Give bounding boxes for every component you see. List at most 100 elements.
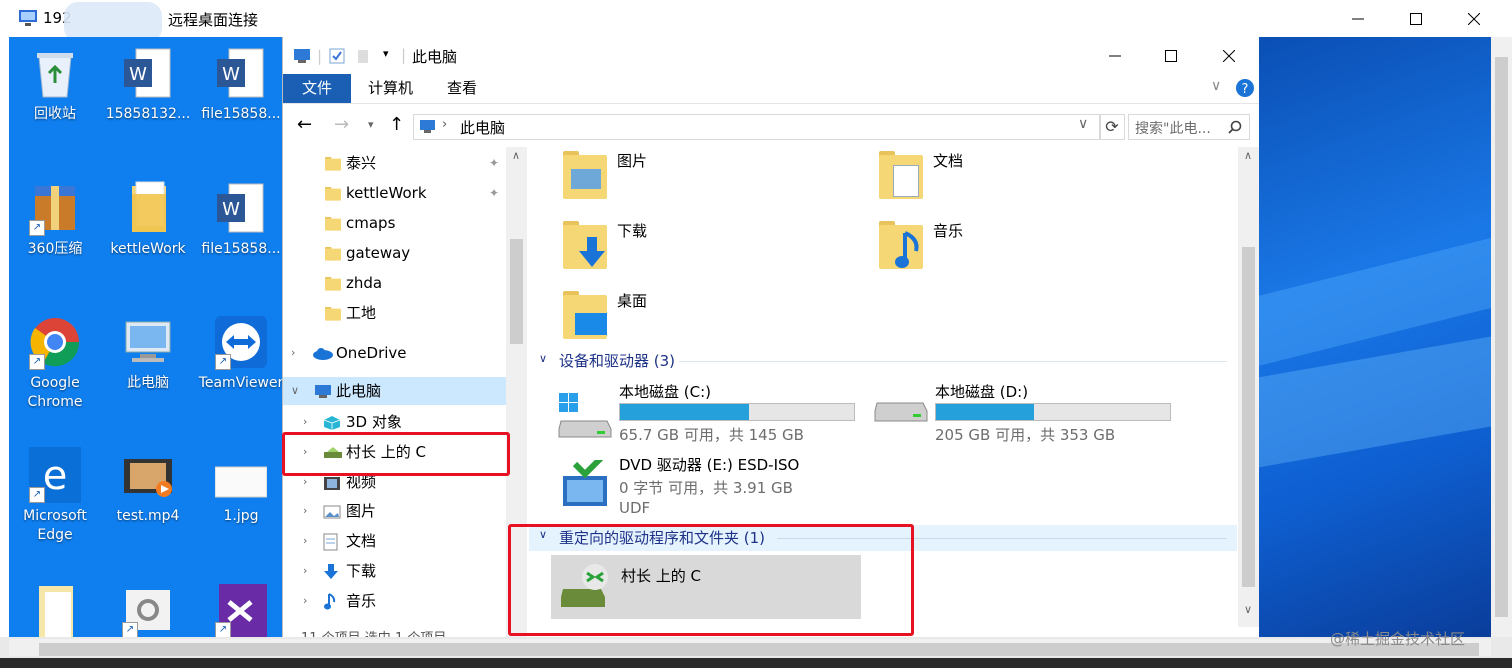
folder-desktop[interactable]: 桌面 xyxy=(563,287,843,345)
search-placeholder: 搜索"此电... xyxy=(1135,121,1211,137)
nav-item-gongdi[interactable]: 工地 xyxy=(283,299,506,327)
desktop-vertical-scrollbar[interactable] xyxy=(1491,37,1512,637)
chevron-right-icon[interactable]: › xyxy=(303,557,307,585)
this-pc-icon xyxy=(315,385,331,398)
devices-header: 设备和驱动器 (3) xyxy=(559,352,676,370)
svg-text:?: ? xyxy=(1242,82,1249,97)
svg-text:W: W xyxy=(129,64,147,85)
nav-item-music[interactable]: › 音乐 xyxy=(283,587,506,615)
taskbar xyxy=(0,658,1512,668)
desktop-icon-chrome[interactable]: ↗ Google Chrome xyxy=(9,314,101,412)
watermark: @稀土掘金技术社区 xyxy=(1330,630,1466,648)
breadcrumb-chevron-icon: › xyxy=(442,117,448,132)
forward-arrow-icon[interactable]: → xyxy=(334,114,349,135)
nav-item-pictures[interactable]: › 图片 xyxy=(283,497,506,525)
chevron-down-icon[interactable]: ∨ xyxy=(291,377,299,405)
desktop-icon-kettlework[interactable]: kettleWork xyxy=(102,180,194,259)
nav-item-documents[interactable]: › 文档 xyxy=(283,527,506,555)
close-icon xyxy=(1468,12,1480,25)
chevron-right-icon[interactable]: › xyxy=(303,587,307,615)
minimize-icon xyxy=(1352,18,1364,19)
nav-item-gateway[interactable]: gateway xyxy=(283,239,506,267)
folder-pictures[interactable]: 图片 xyxy=(563,147,843,205)
nav-item-kettlework[interactable]: kettleWork ✦ xyxy=(283,179,506,207)
nav-item-zhda[interactable]: zhda xyxy=(283,269,506,297)
desktop-icon-word-1[interactable]: W 15858132... xyxy=(102,45,194,124)
chevron-right-icon[interactable]: › xyxy=(291,339,295,367)
explorer-window-title: 此电脑 xyxy=(412,48,458,66)
address-bar[interactable]: › 此电脑 ∨ xyxy=(413,114,1101,140)
documents-icon xyxy=(323,533,338,551)
film-icon xyxy=(324,477,340,490)
rdp-title-bar: 192 远程桌面连接 xyxy=(0,0,1512,42)
desktop-icon-settings[interactable]: ↗ xyxy=(102,582,194,637)
rdp-minimize-button[interactable] xyxy=(1330,0,1386,37)
pictures-icon xyxy=(323,505,341,519)
refresh-button[interactable]: ⟳ xyxy=(1099,114,1125,140)
address-dropdown-icon[interactable]: ∨ xyxy=(1078,116,1088,132)
chevron-right-icon[interactable]: › xyxy=(303,497,307,525)
this-pc-icon xyxy=(420,120,435,133)
properties-icon[interactable] xyxy=(329,48,345,64)
pin-icon: ✦ xyxy=(489,156,500,170)
tab-computer[interactable]: 计算机 xyxy=(368,74,413,103)
status-bar: 11 个项目 选中 1 个项目 xyxy=(301,627,446,637)
nav-item-taixing[interactable]: 泰兴 ✦ xyxy=(283,149,506,177)
system-drive-icon xyxy=(558,393,612,438)
collapse-devices-icon[interactable]: ∨ xyxy=(539,352,547,365)
desktop-icon-test-mp4[interactable]: test.mp4 xyxy=(102,447,194,526)
explorer-minimize-button[interactable] xyxy=(1087,37,1143,74)
rdp-close-button[interactable] xyxy=(1446,0,1502,37)
search-box[interactable]: 搜索"此电... xyxy=(1128,114,1250,140)
music-note-icon xyxy=(895,231,919,268)
maximize-icon xyxy=(1165,49,1177,62)
desktop-icon-word-2[interactable]: W file15858... xyxy=(195,45,287,124)
folder-icon xyxy=(132,181,166,232)
drive-c-usage-bar xyxy=(619,403,855,421)
folder-documents[interactable]: 文档 xyxy=(879,147,1159,205)
explorer-close-button[interactable] xyxy=(1201,37,1257,74)
desktop-icon-word-3[interactable]: W file15858... xyxy=(195,180,287,259)
dvd-drive-icon xyxy=(563,460,607,506)
back-arrow-icon[interactable]: ← xyxy=(297,114,312,135)
content-scrollbar[interactable]: ∧ ∨ xyxy=(1238,147,1259,627)
desktop-icon-1-jpg[interactable]: 1.jpg xyxy=(195,447,287,526)
desktop-icon-docs[interactable] xyxy=(9,582,101,637)
svg-text:W: W xyxy=(222,199,240,220)
new-folder-icon[interactable] xyxy=(357,48,369,64)
breadcrumb: 此电脑 xyxy=(460,119,506,137)
music-note-icon xyxy=(324,593,336,610)
drive-dvd[interactable]: DVD 驱动器 (E:) ESD-ISO 0 字节 可用，共 3.91 GB U… xyxy=(553,452,863,524)
remote-desktop-icon xyxy=(19,10,37,26)
desktop-icon-teamviewer[interactable]: ↗ TeamViewer xyxy=(195,314,287,393)
horizontal-scrollbar[interactable] xyxy=(9,639,1491,656)
recent-locations-icon[interactable]: ▾ xyxy=(368,118,374,131)
nav-item-onedrive[interactable]: › OneDrive xyxy=(283,339,506,367)
download-arrow-icon xyxy=(324,564,338,579)
desktop-icon-edge[interactable]: e ↗ Microsoft Edge xyxy=(9,447,101,545)
drive-d[interactable]: 本地磁盘 (D:) 205 GB 可用，共 353 GB xyxy=(869,379,1179,444)
highlight-box-nav xyxy=(282,432,510,476)
nav-item-downloads[interactable]: › 下载 xyxy=(283,557,506,585)
up-arrow-icon[interactable]: ↑ xyxy=(389,114,404,135)
bottom-area xyxy=(0,637,1512,668)
desktop-icon-visual-studio[interactable]: ↗ xyxy=(195,582,287,637)
folder-downloads[interactable]: 下载 xyxy=(563,217,843,275)
nav-item-this-pc[interactable]: ∨ 此电脑 xyxy=(283,377,506,405)
desktop-icon-360zip[interactable]: ↗ 360压缩 xyxy=(9,180,101,259)
cube-icon xyxy=(323,416,341,430)
customize-toolbar-icon[interactable]: ▾ xyxy=(383,47,389,60)
folder-music[interactable]: 音乐 xyxy=(879,217,1159,275)
expand-ribbon-icon[interactable]: ∨ xyxy=(1211,78,1221,94)
desktop-icon-this-pc[interactable]: 此电脑 xyxy=(102,314,194,393)
nav-item-cmaps[interactable]: cmaps xyxy=(283,209,506,237)
help-icon[interactable]: ? xyxy=(1236,79,1254,97)
explorer-maximize-button[interactable] xyxy=(1143,37,1199,74)
tab-view[interactable]: 查看 xyxy=(447,74,477,103)
rdp-maximize-button[interactable] xyxy=(1388,0,1444,37)
chevron-right-icon[interactable]: › xyxy=(303,527,307,555)
drive-c[interactable]: 本地磁盘 (C:) 65.7 GB 可用，共 145 GB xyxy=(553,379,863,444)
tab-file[interactable]: 文件 xyxy=(283,74,351,103)
video-icon xyxy=(124,459,172,497)
desktop-icon-recycle-bin[interactable]: 回收站 xyxy=(9,45,101,124)
